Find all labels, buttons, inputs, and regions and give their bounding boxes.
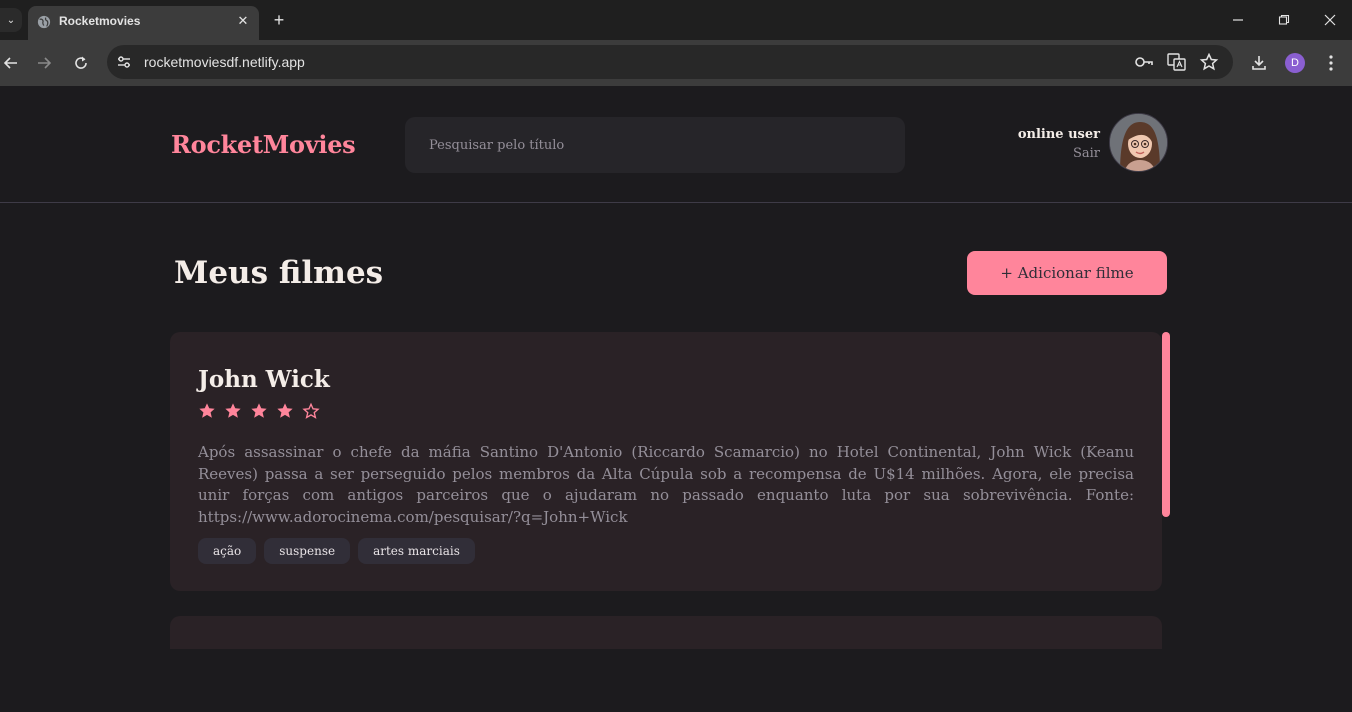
search-input[interactable] (405, 117, 905, 173)
more-options-icon[interactable] (1320, 52, 1342, 74)
forward-arrow-icon[interactable] (33, 52, 55, 74)
password-key-icon[interactable] (1134, 53, 1154, 71)
star-filled-icon (225, 403, 241, 418)
scrollbar-thumb[interactable] (1162, 332, 1170, 517)
movie-title: John Wick (198, 366, 330, 393)
avatar-portrait-icon (1110, 114, 1167, 171)
star-outline-icon (302, 402, 320, 419)
star-filled-icon (251, 403, 267, 418)
browser-tab-strip: ⌄ Rocketmovies ✕ + (0, 0, 1352, 40)
tab-title: Rocketmovies (59, 14, 141, 28)
close-tab-icon[interactable]: ✕ (234, 12, 252, 30)
logout-link[interactable]: Sair (1073, 146, 1100, 161)
url-text: rocketmoviesdf.netlify.app (144, 54, 305, 70)
site-settings-icon[interactable] (116, 54, 132, 70)
movie-list[interactable]: John Wick Após assassinar o chefe da máf… (170, 332, 1170, 649)
browser-tab[interactable]: Rocketmovies ✕ (28, 6, 259, 40)
movie-tag: artes marciais (358, 538, 475, 564)
new-tab-plus-icon[interactable]: + (269, 10, 289, 30)
add-movie-button[interactable]: + Adicionar filme (967, 251, 1167, 295)
star-filled-icon (277, 403, 293, 418)
translate-icon[interactable] (1167, 53, 1187, 71)
user-name: online user (1017, 127, 1100, 142)
reload-icon[interactable] (70, 52, 92, 74)
address-bar[interactable]: rocketmoviesdf.netlify.app (107, 45, 1233, 79)
movie-tag: suspense (264, 538, 351, 564)
minimize-icon[interactable] (1228, 10, 1248, 30)
browser-toolbar: rocketmoviesdf.netlify.app (0, 40, 1352, 86)
close-window-icon[interactable] (1320, 10, 1340, 30)
tab-search-chevron-icon[interactable]: ⌄ (0, 8, 22, 32)
page-title: Meus filmes (174, 255, 384, 291)
movie-card[interactable] (170, 616, 1162, 649)
tag-list: ação suspense artes marciais (198, 538, 475, 564)
brand-logo[interactable]: RocketMovies (171, 130, 356, 159)
back-arrow-icon[interactable] (0, 52, 22, 74)
user-avatar[interactable] (1109, 113, 1168, 172)
bookmark-star-icon[interactable] (1199, 53, 1219, 71)
star-rating (198, 402, 320, 420)
star-filled-icon (199, 403, 215, 418)
movie-tag: ação (198, 538, 257, 564)
restore-icon[interactable] (1274, 10, 1294, 30)
download-icon[interactable] (1248, 52, 1270, 74)
app-header: RocketMovies online user Sair (0, 86, 1352, 203)
profile-avatar[interactable]: D (1285, 53, 1305, 73)
movie-description: Após assassinar o chefe da máfia Santino… (198, 443, 1134, 526)
globe-icon (37, 15, 51, 29)
movie-card[interactable]: John Wick Após assassinar o chefe da máf… (170, 332, 1162, 591)
